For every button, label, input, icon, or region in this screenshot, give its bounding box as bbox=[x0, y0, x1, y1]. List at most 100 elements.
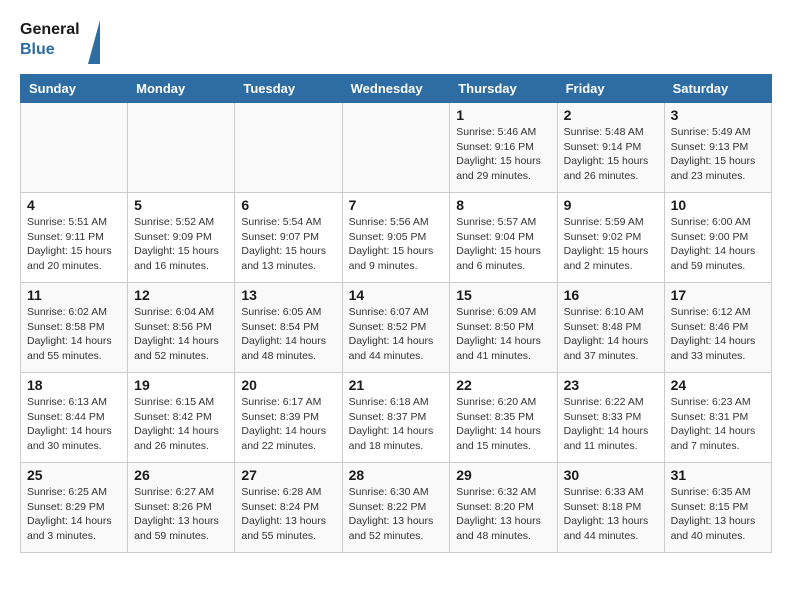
day-info: Sunrise: 5:46 AM Sunset: 9:16 PM Dayligh… bbox=[456, 125, 550, 184]
day-number: 9 bbox=[564, 197, 658, 213]
day-number: 15 bbox=[456, 287, 550, 303]
day-info: Sunrise: 5:54 AM Sunset: 9:07 PM Dayligh… bbox=[241, 215, 335, 274]
day-info: Sunrise: 6:32 AM Sunset: 8:20 PM Dayligh… bbox=[456, 485, 550, 544]
header-sunday: Sunday bbox=[21, 75, 128, 103]
day-number: 11 bbox=[27, 287, 121, 303]
day-number: 20 bbox=[241, 377, 335, 393]
day-info: Sunrise: 6:12 AM Sunset: 8:46 PM Dayligh… bbox=[671, 305, 765, 364]
day-info: Sunrise: 6:25 AM Sunset: 8:29 PM Dayligh… bbox=[27, 485, 121, 544]
header-wednesday: Wednesday bbox=[342, 75, 450, 103]
day-info: Sunrise: 6:02 AM Sunset: 8:58 PM Dayligh… bbox=[27, 305, 121, 364]
calendar-cell: 18Sunrise: 6:13 AM Sunset: 8:44 PM Dayli… bbox=[21, 373, 128, 463]
calendar-cell: 10Sunrise: 6:00 AM Sunset: 9:00 PM Dayli… bbox=[664, 193, 771, 283]
day-info: Sunrise: 5:48 AM Sunset: 9:14 PM Dayligh… bbox=[564, 125, 658, 184]
day-number: 21 bbox=[349, 377, 444, 393]
day-info: Sunrise: 5:56 AM Sunset: 9:05 PM Dayligh… bbox=[349, 215, 444, 274]
day-info: Sunrise: 5:59 AM Sunset: 9:02 PM Dayligh… bbox=[564, 215, 658, 274]
day-number: 2 bbox=[564, 107, 658, 123]
day-info: Sunrise: 6:20 AM Sunset: 8:35 PM Dayligh… bbox=[456, 395, 550, 454]
calendar-cell: 27 Sunrise: 6:28 AM Sunset: 8:24 PM Dayli… bbox=[235, 463, 342, 553]
calendar-header-row: SundayMondayTuesdayWednesdayThursdayFrid… bbox=[21, 75, 772, 103]
week-row-2: 11 Sunrise: 6:02 AM Sunset: 8:58 PM Dayli… bbox=[21, 283, 772, 373]
week-row-4: 25 Sunrise: 6:25 AM Sunset: 8:29 PM Dayli… bbox=[21, 463, 772, 553]
calendar-cell bbox=[342, 103, 450, 193]
calendar-cell: 31 Sunrise: 6:35 AM Sunset: 8:15 PM Dayli… bbox=[664, 463, 771, 553]
calendar-cell: 24 Sunrise: 6:23 AM Sunset: 8:31 PM Dayli… bbox=[664, 373, 771, 463]
day-number: 3 bbox=[671, 107, 765, 123]
calendar-cell: 15 Sunrise: 6:09 AM Sunset: 8:50 PM Dayli… bbox=[450, 283, 557, 373]
day-number: 26 bbox=[134, 467, 228, 483]
day-info: Sunrise: 6:18 AM Sunset: 8:37 PM Dayligh… bbox=[349, 395, 444, 454]
calendar-cell: 1Sunrise: 5:46 AM Sunset: 9:16 PM Daylig… bbox=[450, 103, 557, 193]
day-number: 25 bbox=[27, 467, 121, 483]
day-info: Sunrise: 6:15 AM Sunset: 8:42 PM Dayligh… bbox=[134, 395, 228, 454]
calendar-cell: 19 Sunrise: 6:15 AM Sunset: 8:42 PM Dayli… bbox=[128, 373, 235, 463]
day-info: Sunrise: 6:05 AM Sunset: 8:54 PM Dayligh… bbox=[241, 305, 335, 364]
logo-graphic: General Blue bbox=[20, 20, 100, 64]
day-number: 4 bbox=[27, 197, 121, 213]
day-info: Sunrise: 6:23 AM Sunset: 8:31 PM Dayligh… bbox=[671, 395, 765, 454]
day-number: 10 bbox=[671, 197, 765, 213]
day-info: Sunrise: 6:10 AM Sunset: 8:48 PM Dayligh… bbox=[564, 305, 658, 364]
day-info: Sunrise: 6:04 AM Sunset: 8:56 PM Dayligh… bbox=[134, 305, 228, 364]
calendar-cell: 30 Sunrise: 6:33 AM Sunset: 8:18 PM Dayli… bbox=[557, 463, 664, 553]
calendar-cell: 5 Sunrise: 5:52 AM Sunset: 9:09 PM Daylig… bbox=[128, 193, 235, 283]
header-saturday: Saturday bbox=[664, 75, 771, 103]
day-number: 27 bbox=[241, 467, 335, 483]
calendar-cell: 7 Sunrise: 5:56 AM Sunset: 9:05 PM Daylig… bbox=[342, 193, 450, 283]
calendar-cell: 25 Sunrise: 6:25 AM Sunset: 8:29 PM Dayli… bbox=[21, 463, 128, 553]
week-row-1: 4 Sunrise: 5:51 AM Sunset: 9:11 PM Daylig… bbox=[21, 193, 772, 283]
logo: General Blue bbox=[20, 20, 100, 64]
page-header: General Blue bbox=[20, 20, 772, 64]
day-number: 13 bbox=[241, 287, 335, 303]
calendar-cell: 13 Sunrise: 6:05 AM Sunset: 8:54 PM Dayli… bbox=[235, 283, 342, 373]
calendar-cell: 6 Sunrise: 5:54 AM Sunset: 9:07 PM Daylig… bbox=[235, 193, 342, 283]
day-info: Sunrise: 6:07 AM Sunset: 8:52 PM Dayligh… bbox=[349, 305, 444, 364]
calendar-cell: 8Sunrise: 5:57 AM Sunset: 9:04 PM Daylig… bbox=[450, 193, 557, 283]
header-friday: Friday bbox=[557, 75, 664, 103]
day-number: 16 bbox=[564, 287, 658, 303]
day-info: Sunrise: 5:52 AM Sunset: 9:09 PM Dayligh… bbox=[134, 215, 228, 274]
calendar-cell: 11 Sunrise: 6:02 AM Sunset: 8:58 PM Dayli… bbox=[21, 283, 128, 373]
calendar-cell: 3 Sunrise: 5:49 AM Sunset: 9:13 PM Daylig… bbox=[664, 103, 771, 193]
day-number: 7 bbox=[349, 197, 444, 213]
day-number: 28 bbox=[349, 467, 444, 483]
calendar-cell: 2 Sunrise: 5:48 AM Sunset: 9:14 PM Daylig… bbox=[557, 103, 664, 193]
day-info: Sunrise: 6:28 AM Sunset: 8:24 PM Dayligh… bbox=[241, 485, 335, 544]
day-number: 17 bbox=[671, 287, 765, 303]
day-number: 6 bbox=[241, 197, 335, 213]
day-number: 31 bbox=[671, 467, 765, 483]
day-number: 30 bbox=[564, 467, 658, 483]
day-info: Sunrise: 6:17 AM Sunset: 8:39 PM Dayligh… bbox=[241, 395, 335, 454]
calendar-cell: 26Sunrise: 6:27 AM Sunset: 8:26 PM Dayli… bbox=[128, 463, 235, 553]
header-monday: Monday bbox=[128, 75, 235, 103]
calendar-cell: 12 Sunrise: 6:04 AM Sunset: 8:56 PM Dayli… bbox=[128, 283, 235, 373]
day-number: 14 bbox=[349, 287, 444, 303]
calendar-cell: 20 Sunrise: 6:17 AM Sunset: 8:39 PM Dayli… bbox=[235, 373, 342, 463]
day-info: Sunrise: 6:09 AM Sunset: 8:50 PM Dayligh… bbox=[456, 305, 550, 364]
day-number: 8 bbox=[456, 197, 550, 213]
calendar-cell: 14 Sunrise: 6:07 AM Sunset: 8:52 PM Dayli… bbox=[342, 283, 450, 373]
calendar-cell: 22 Sunrise: 6:20 AM Sunset: 8:35 PM Dayli… bbox=[450, 373, 557, 463]
day-number: 24 bbox=[671, 377, 765, 393]
day-info: Sunrise: 6:30 AM Sunset: 8:22 PM Dayligh… bbox=[349, 485, 444, 544]
day-info: Sunrise: 6:22 AM Sunset: 8:33 PM Dayligh… bbox=[564, 395, 658, 454]
day-number: 5 bbox=[134, 197, 228, 213]
day-number: 23 bbox=[564, 377, 658, 393]
day-info: Sunrise: 5:51 AM Sunset: 9:11 PM Dayligh… bbox=[27, 215, 121, 274]
calendar-cell: 21 Sunrise: 6:18 AM Sunset: 8:37 PM Dayli… bbox=[342, 373, 450, 463]
day-number: 19 bbox=[134, 377, 228, 393]
calendar-table: SundayMondayTuesdayWednesdayThursdayFrid… bbox=[20, 74, 772, 553]
calendar-cell: 16 Sunrise: 6:10 AM Sunset: 8:48 PM Dayli… bbox=[557, 283, 664, 373]
day-info: Sunrise: 6:35 AM Sunset: 8:15 PM Dayligh… bbox=[671, 485, 765, 544]
day-info: Sunrise: 6:13 AM Sunset: 8:44 PM Dayligh… bbox=[27, 395, 121, 454]
day-number: 22 bbox=[456, 377, 550, 393]
calendar-cell: 17 Sunrise: 6:12 AM Sunset: 8:46 PM Dayli… bbox=[664, 283, 771, 373]
calendar-cell: 29Sunrise: 6:32 AM Sunset: 8:20 PM Dayli… bbox=[450, 463, 557, 553]
day-info: Sunrise: 5:49 AM Sunset: 9:13 PM Dayligh… bbox=[671, 125, 765, 184]
calendar-cell: 9 Sunrise: 5:59 AM Sunset: 9:02 PM Daylig… bbox=[557, 193, 664, 283]
day-info: Sunrise: 6:33 AM Sunset: 8:18 PM Dayligh… bbox=[564, 485, 658, 544]
day-number: 12 bbox=[134, 287, 228, 303]
calendar-cell: 28 Sunrise: 6:30 AM Sunset: 8:22 PM Dayli… bbox=[342, 463, 450, 553]
week-row-3: 18Sunrise: 6:13 AM Sunset: 8:44 PM Dayli… bbox=[21, 373, 772, 463]
